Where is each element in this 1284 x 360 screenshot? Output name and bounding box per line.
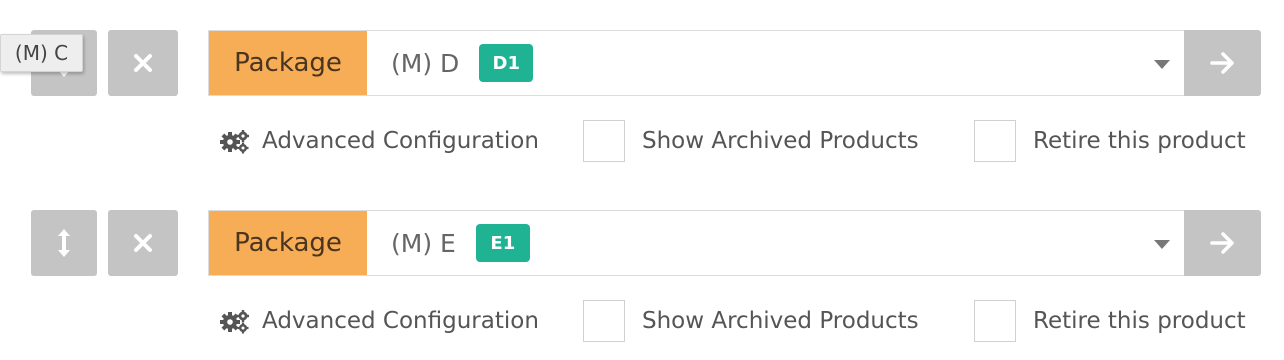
package-label: Package <box>209 211 367 275</box>
selected-product: (M) E <box>391 228 456 258</box>
arrow-right-icon <box>1209 232 1234 254</box>
arrow-right-icon <box>1209 52 1234 74</box>
advanced-configuration-link[interactable]: Advanced Configuration <box>218 298 539 344</box>
show-archived-checkbox[interactable] <box>583 120 625 162</box>
close-icon <box>134 234 152 252</box>
remove-button[interactable] <box>108 30 178 96</box>
retire-option: Retire this product <box>974 118 1246 164</box>
remove-button[interactable] <box>108 210 178 276</box>
caret-down-icon[interactable] <box>1154 60 1170 69</box>
move-handle[interactable] <box>31 210 97 276</box>
version-badge: D1 <box>479 44 534 82</box>
product-select[interactable]: Package (M) E E1 <box>208 210 1185 276</box>
product-select[interactable]: Package (M) D D1 <box>208 30 1185 96</box>
close-icon <box>134 54 152 72</box>
go-button[interactable] <box>1184 210 1261 276</box>
advanced-configuration-link[interactable]: Advanced Configuration <box>218 118 539 164</box>
package-label: Package <box>209 31 367 95</box>
advanced-configuration-label: Advanced Configuration <box>262 308 539 334</box>
retire-option: Retire this product <box>974 298 1246 344</box>
gears-icon <box>220 310 249 334</box>
retire-label: Retire this product <box>1033 308 1246 334</box>
gears-icon <box>220 130 249 154</box>
advanced-configuration-label: Advanced Configuration <box>262 128 539 154</box>
go-button[interactable] <box>1184 30 1261 96</box>
version-badge: E1 <box>475 224 530 262</box>
show-archived-option: Show Archived Products <box>583 298 919 344</box>
product-row-2: Package (M) E E1 Advanced Configuration … <box>0 210 1284 360</box>
retire-checkbox[interactable] <box>974 120 1016 162</box>
caret-down-icon[interactable] <box>1154 240 1170 249</box>
show-archived-label: Show Archived Products <box>642 128 919 154</box>
show-archived-checkbox[interactable] <box>583 300 625 342</box>
retire-label: Retire this product <box>1033 128 1246 154</box>
vertical-arrows-icon <box>58 229 70 257</box>
selected-product: (M) D <box>391 48 460 78</box>
row-options: Advanced Configuration Show Archived Pro… <box>0 118 1284 164</box>
product-row-1: (M) C Package (M) D D1 Advanced Configur… <box>0 30 1284 180</box>
move-tooltip: (M) C <box>0 34 83 72</box>
retire-checkbox[interactable] <box>974 300 1016 342</box>
show-archived-label: Show Archived Products <box>642 308 919 334</box>
show-archived-option: Show Archived Products <box>583 118 919 164</box>
row-options: Advanced Configuration Show Archived Pro… <box>0 298 1284 344</box>
